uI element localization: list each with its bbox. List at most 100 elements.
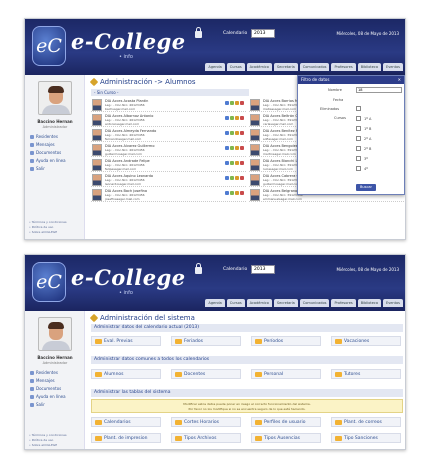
- mail-icon[interactable]: [230, 116, 234, 120]
- tile-perfiles-usuario[interactable]: Perfiles de usuario: [251, 417, 321, 427]
- popup-title-text: Filtro de datos: [301, 77, 330, 82]
- curso-checkbox-6[interactable]: [356, 166, 361, 171]
- curso-checkbox-2[interactable]: [356, 126, 361, 131]
- tile-eval-previas[interactable]: Eval. Previas: [91, 336, 161, 346]
- mail-icon[interactable]: [230, 131, 234, 135]
- tab-biblioteca[interactable]: Biblioteca: [357, 299, 381, 307]
- tab-comunicados[interactable]: Comunicados: [299, 63, 330, 71]
- tab-profesores[interactable]: Profesores: [331, 299, 356, 307]
- tile-personal[interactable]: Personal: [251, 369, 321, 379]
- curso-checkbox-4[interactable]: [356, 146, 361, 151]
- tile-plant-correos[interactable]: Plant. de correos: [331, 417, 401, 427]
- tab-eventos[interactable]: Eventos: [383, 299, 403, 307]
- edit-icon[interactable]: [225, 131, 229, 135]
- delete-icon[interactable]: [240, 101, 244, 105]
- tab-comunicados[interactable]: Comunicados: [299, 299, 330, 307]
- print-icon[interactable]: [235, 146, 239, 150]
- sidebar-item-residentes[interactable]: Residentes: [30, 369, 66, 377]
- curso-checkbox-3[interactable]: [356, 136, 361, 141]
- delete-icon[interactable]: [240, 176, 244, 180]
- tile-cortes-horarios[interactable]: Cortes Horarios: [171, 417, 241, 427]
- tile-plant-impresion[interactable]: Plant. de impresion: [91, 433, 161, 443]
- pencil-icon: [89, 77, 99, 87]
- delete-icon[interactable]: [240, 191, 244, 195]
- student-row[interactable]: DIA Acces Aquino Leonardo Leg.: - Doc.Nro…: [91, 173, 246, 187]
- tab-profesores[interactable]: Profesores: [331, 63, 356, 71]
- logo[interactable]: eC: [32, 26, 66, 66]
- delete-icon[interactable]: [240, 146, 244, 150]
- eliminados-checkbox[interactable]: [356, 106, 361, 111]
- calendar-select[interactable]: 2013: [251, 29, 275, 38]
- tile-tipos-archivos[interactable]: Tipos Archivos: [171, 433, 241, 443]
- sidebar-item-mensajes[interactable]: Mensajes: [30, 141, 66, 149]
- edit-icon[interactable]: [225, 101, 229, 105]
- search-button[interactable]: Buscar: [356, 184, 376, 191]
- mail-icon[interactable]: [230, 161, 234, 165]
- student-email: emmanuelsager.mail.com: [263, 197, 302, 201]
- tab-academico[interactable]: Académico: [246, 299, 272, 307]
- edit-icon[interactable]: [225, 116, 229, 120]
- student-row[interactable]: DIA Acces Acosta Plantin Leg.: - Doc.Nro:…: [91, 98, 246, 112]
- tile-feriados[interactable]: Feriados: [171, 336, 241, 346]
- link-sobre[interactable]: • Sobre eCOLLEGE: [29, 230, 67, 235]
- sidebar-item-salir[interactable]: Salir: [30, 165, 66, 173]
- mail-icon[interactable]: [230, 191, 234, 195]
- delete-icon[interactable]: [240, 161, 244, 165]
- tab-cursos[interactable]: Cursos: [226, 63, 245, 71]
- sidebar-item-ayuda[interactable]: Ayuda en línea: [30, 393, 66, 401]
- tile-periodos[interactable]: Períodos: [251, 336, 321, 346]
- print-icon[interactable]: [235, 131, 239, 135]
- sidebar-item-mensajes[interactable]: Mensajes: [30, 377, 66, 385]
- print-icon[interactable]: [235, 116, 239, 120]
- delete-icon[interactable]: [240, 131, 244, 135]
- tab-secretaria[interactable]: Secretaría: [273, 299, 298, 307]
- name-field[interactable]: 18: [356, 87, 402, 93]
- sidebar-item-documentos[interactable]: Documentos: [30, 149, 66, 157]
- close-icon[interactable]: ✕: [398, 76, 401, 84]
- sidebar-item-ayuda[interactable]: Ayuda en línea: [30, 157, 66, 165]
- mail-icon[interactable]: [230, 146, 234, 150]
- edit-icon[interactable]: [225, 161, 229, 165]
- tab-agenda[interactable]: Agenda: [205, 63, 225, 71]
- tile-alumnos[interactable]: Alumnos: [91, 369, 161, 379]
- sidebar-item-documentos[interactable]: Documentos: [30, 385, 66, 393]
- student-row[interactable]: DIA Acces Alvarez Guillermo Leg.: - Doc.N…: [91, 143, 246, 157]
- print-icon[interactable]: [235, 161, 239, 165]
- lock-icon[interactable]: [195, 263, 202, 274]
- tab-secretaria[interactable]: Secretaría: [273, 63, 298, 71]
- student-row[interactable]: DIA Acces Bach Josefina Leg.: - Doc.Nro: …: [91, 188, 246, 202]
- sidebar-item-salir[interactable]: Salir: [30, 401, 66, 409]
- edit-icon[interactable]: [225, 176, 229, 180]
- logo[interactable]: eC: [32, 262, 66, 302]
- link-sobre[interactable]: • Sobre eCOLLEGE: [29, 443, 67, 448]
- mail-icon[interactable]: [230, 176, 234, 180]
- print-icon[interactable]: [235, 191, 239, 195]
- tile-tipos-ausencias[interactable]: Tipos Ausencias: [251, 433, 321, 443]
- curso-checkbox-5[interactable]: [356, 156, 361, 161]
- print-icon[interactable]: [235, 101, 239, 105]
- calendar-select[interactable]: 2013: [251, 265, 275, 274]
- tile-vacaciones[interactable]: Vacaciones: [331, 336, 401, 346]
- lock-icon[interactable]: [195, 27, 202, 38]
- help-icon: [30, 395, 34, 399]
- course-filter[interactable]: - Sin Curso -: [91, 89, 249, 96]
- student-row[interactable]: DIA Acces Almeyda Fernando Leg.: - Doc.Nr…: [91, 128, 246, 142]
- sidebar-item-residentes[interactable]: Residentes: [30, 133, 66, 141]
- curso-checkbox-1[interactable]: [356, 116, 361, 121]
- edit-icon[interactable]: [225, 146, 229, 150]
- mail-icon[interactable]: [230, 101, 234, 105]
- tab-academico[interactable]: Académico: [246, 63, 272, 71]
- tab-eventos[interactable]: Eventos: [383, 63, 403, 71]
- edit-icon[interactable]: [225, 191, 229, 195]
- tile-calendarios[interactable]: Calendarios: [91, 417, 161, 427]
- tab-biblioteca[interactable]: Biblioteca: [357, 63, 381, 71]
- tab-agenda[interactable]: Agenda: [205, 299, 225, 307]
- student-row[interactable]: DIA Acces Andrade Felipe Leg.: - Doc.Nro:…: [91, 158, 246, 172]
- tile-tutores[interactable]: Tutores: [331, 369, 401, 379]
- print-icon[interactable]: [235, 176, 239, 180]
- student-row[interactable]: DIA Acces Albornoz Antonio Leg.: - Doc.Nr…: [91, 113, 246, 127]
- tile-docentes[interactable]: Docentes: [171, 369, 241, 379]
- delete-icon[interactable]: [240, 116, 244, 120]
- tab-cursos[interactable]: Cursos: [226, 299, 245, 307]
- tile-tipo-sanciones[interactable]: Tipo Sanciones: [331, 433, 401, 443]
